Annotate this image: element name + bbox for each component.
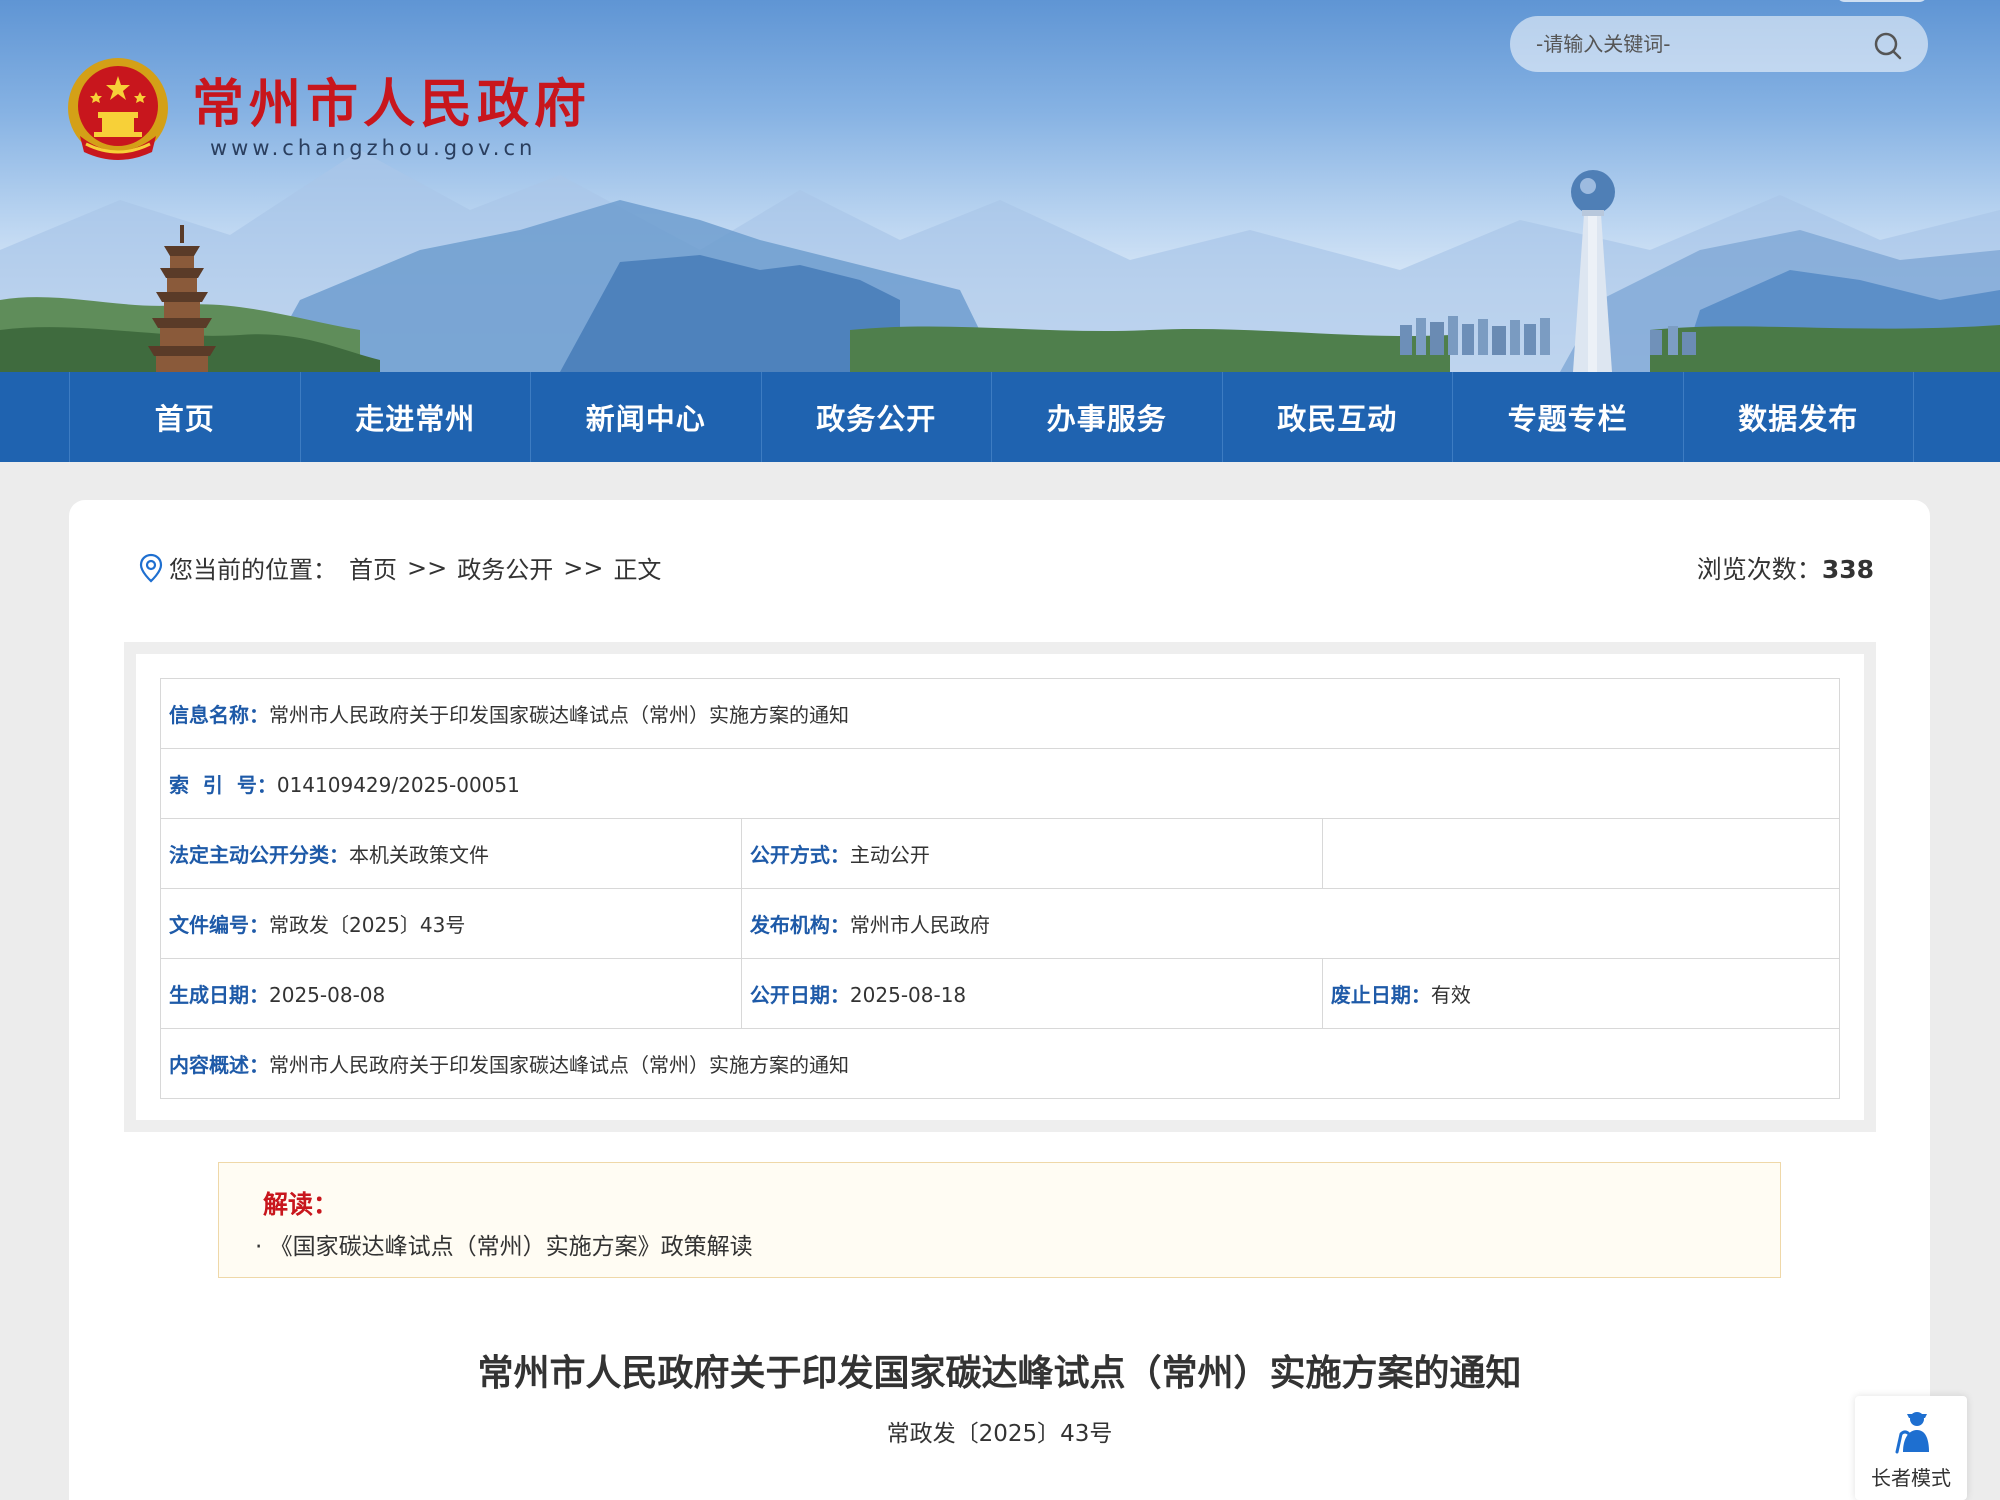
publish-date-cell: 公开日期：2025-08-18 xyxy=(740,958,1323,1029)
category-value: 本机关政策文件 xyxy=(349,843,489,867)
search-icon[interactable] xyxy=(1870,28,1906,64)
elder-mode-label: 长者模式 xyxy=(1871,1466,1951,1490)
interpretation-box: 解读： · 《国家碳达峰试点（常州）实施方案》政策解读 xyxy=(218,1162,1781,1278)
table-row: 文件编号：常政发〔2025〕43号 发布机构：常州市人民政府 xyxy=(160,888,1841,959)
expiry-date-cell: 废止日期：有效 xyxy=(1321,958,1841,1029)
nav-item-interaction[interactable]: 政民互动 xyxy=(1223,372,1453,462)
nav-item-about[interactable]: 走进常州 xyxy=(301,372,531,462)
table-row: 索 引 号：014109429/2025-00051 xyxy=(160,748,1840,819)
content-card: 您当前的位置： 首页 >> 政务公开 >> 正文 浏览次数：338 信息名称：常… xyxy=(69,500,1930,1500)
top-toolbar-tab[interactable] xyxy=(1836,0,1928,2)
index-no-value: 014109429/2025-00051 xyxy=(276,773,520,797)
nav-item-topics[interactable]: 专题专栏 xyxy=(1453,372,1684,462)
summary-label: 内容概述： xyxy=(169,1053,269,1077)
search-box xyxy=(1510,16,1928,72)
doc-number-label: 文件编号： xyxy=(169,913,269,937)
breadcrumb-gov-affairs[interactable]: 政务公开 xyxy=(457,550,553,585)
created-date-value: 2025-08-08 xyxy=(269,983,386,1007)
publish-date-label: 公开日期： xyxy=(749,983,850,1007)
category-label: 法定主动公开分类： xyxy=(169,843,349,867)
publisher-value: 常州市人民政府 xyxy=(849,913,990,937)
search-input[interactable] xyxy=(1536,30,1866,58)
metadata-panel: 信息名称：常州市人民政府关于印发国家碳达峰试点（常州）实施方案的通知 索 引 号… xyxy=(124,642,1876,1132)
breadcrumb-prefix: 您当前的位置： xyxy=(169,556,337,584)
national-emblem-icon xyxy=(68,58,168,160)
metadata-table: 信息名称：常州市人民政府关于印发国家碳达峰试点（常州）实施方案的通知 索 引 号… xyxy=(160,678,1841,1099)
header-banner: 常州市人民政府 www.changzhou.gov.cn xyxy=(0,0,2000,372)
view-count: 浏览次数：338 xyxy=(1697,550,1874,586)
view-count-value: 338 xyxy=(1821,555,1874,584)
breadcrumb-home[interactable]: 首页 xyxy=(349,550,397,585)
doc-number-value: 常政发〔2025〕43号 xyxy=(269,913,466,937)
info-name-value: 常州市人民政府关于印发国家碳达峰试点（常州）实施方案的通知 xyxy=(269,703,849,727)
expiry-date-value: 有效 xyxy=(1430,983,1471,1007)
interpretation-link[interactable]: · 《国家碳达峰试点（常州）实施方案》政策解读 xyxy=(255,1227,753,1261)
document-number: 常政发〔2025〕43号 xyxy=(886,1421,1113,1447)
nav-item-news[interactable]: 新闻中心 xyxy=(531,372,762,462)
document-title: 常州市人民政府关于印发国家碳达峰试点（常州）实施方案的通知 xyxy=(477,1353,1522,1394)
index-no-cell: 索 引 号：014109429/2025-00051 xyxy=(160,748,1840,819)
breadcrumb-separator: >> xyxy=(407,553,448,582)
table-row: 内容概述：常州市人民政府关于印发国家碳达峰试点（常州）实施方案的通知 xyxy=(160,1028,1840,1099)
interpretation-title: 解读： xyxy=(263,1190,339,1219)
breadcrumb-separator: >> xyxy=(563,553,604,582)
breadcrumb: 您当前的位置： 首页 >> 政务公开 >> 正文 xyxy=(139,550,661,585)
location-pin-icon xyxy=(139,553,163,582)
summary-cell: 内容概述：常州市人民政府关于印发国家碳达峰试点（常州）实施方案的通知 xyxy=(160,1028,1840,1099)
nav-item-home[interactable]: 首页 xyxy=(70,372,301,462)
table-row: 生成日期：2025-08-08 公开日期：2025-08-18 废止日期：有效 xyxy=(160,958,1841,1029)
empty-cell xyxy=(1321,818,1841,889)
nav-item-gov-affairs[interactable]: 政务公开 xyxy=(762,372,992,462)
index-no-label: 索 引 号： xyxy=(169,773,277,797)
nav-item-data[interactable]: 数据发布 xyxy=(1684,372,1914,462)
nav-item-services[interactable]: 办事服务 xyxy=(992,372,1223,462)
disclosure-method-label: 公开方式： xyxy=(749,843,850,867)
site-url: www.changzhou.gov.cn xyxy=(210,136,537,160)
created-date-cell: 生成日期：2025-08-08 xyxy=(160,958,742,1029)
doc-number-cell: 文件编号：常政发〔2025〕43号 xyxy=(160,888,742,959)
breadcrumb-current[interactable]: 正文 xyxy=(613,550,661,585)
table-row: 信息名称：常州市人民政府关于印发国家碳达峰试点（常州）实施方案的通知 xyxy=(160,678,1840,749)
info-name-label: 信息名称： xyxy=(169,703,269,727)
info-name-cell: 信息名称：常州市人民政府关于印发国家碳达峰试点（常州）实施方案的通知 xyxy=(160,678,1840,749)
view-count-label: 浏览次数： xyxy=(1696,555,1822,584)
publisher-label: 发布机构： xyxy=(749,913,850,937)
category-cell: 法定主动公开分类：本机关政策文件 xyxy=(160,818,742,889)
expiry-date-label: 废止日期： xyxy=(1330,983,1431,1007)
disclosure-method-cell: 公开方式：主动公开 xyxy=(740,818,1323,889)
summary-value: 常州市人民政府关于印发国家碳达峰试点（常州）实施方案的通知 xyxy=(269,1053,849,1077)
table-row: 法定主动公开分类：本机关政策文件 公开方式：主动公开 xyxy=(160,818,1841,889)
main-nav: 首页 走进常州 新闻中心 政务公开 办事服务 政民互动 专题专栏 数据发布 xyxy=(0,372,2000,462)
created-date-label: 生成日期： xyxy=(169,983,269,1007)
publisher-cell: 发布机构：常州市人民政府 xyxy=(740,888,1841,959)
site-title: 常州市人民政府 xyxy=(192,75,592,135)
disclosure-method-value: 主动公开 xyxy=(849,843,930,867)
publish-date-value: 2025-08-18 xyxy=(849,983,967,1007)
elder-mode-button[interactable]: 长者模式 xyxy=(1855,1396,1967,1500)
elder-person-icon xyxy=(1895,1412,1929,1454)
